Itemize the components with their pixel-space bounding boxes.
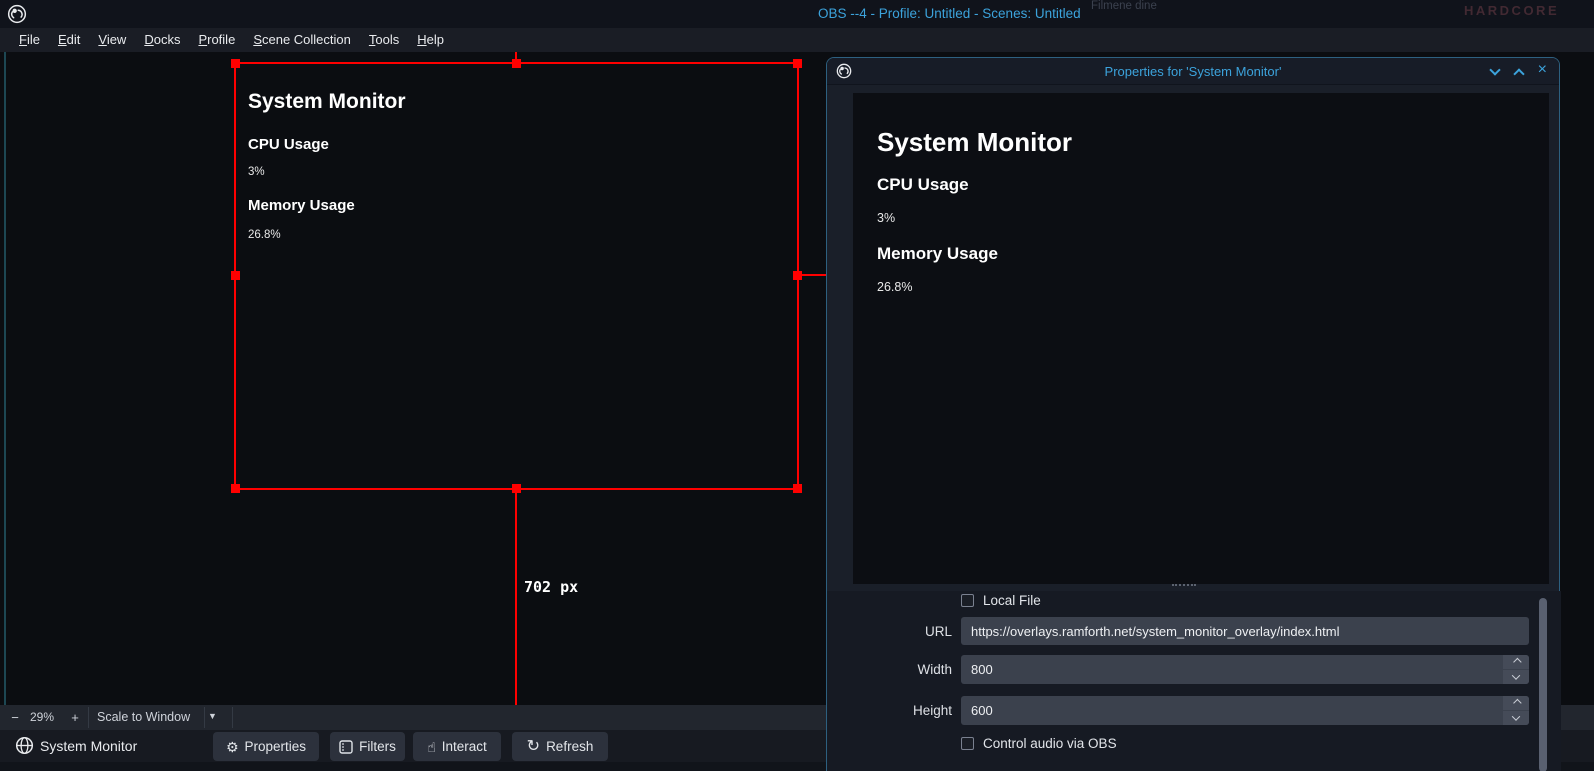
control-audio-checkbox[interactable] — [961, 737, 974, 750]
measure-line-vertical — [515, 490, 517, 705]
measure-tick-top — [515, 52, 517, 64]
measure-label: 702 px — [524, 578, 578, 596]
menu-docks[interactable]: Docks — [135, 28, 189, 52]
source-selection-box[interactable] — [234, 62, 799, 490]
dialog-title: Properties for 'System Monitor' — [827, 64, 1559, 79]
form-scrollbar[interactable] — [1539, 598, 1547, 771]
url-label: URL — [867, 624, 952, 639]
width-spin-up-icon[interactable] — [1503, 655, 1529, 669]
measure-line-horizontal — [799, 274, 826, 276]
separator — [204, 707, 205, 728]
splitter-handle[interactable] — [1172, 584, 1196, 586]
resize-handle-middle-left[interactable] — [231, 271, 240, 280]
menu-scene-collection[interactable]: Scene Collection — [244, 28, 360, 52]
preview-mem-label: Memory Usage — [877, 244, 998, 264]
refresh-icon: ↻ — [527, 740, 540, 754]
background-ghost-text: Filmene dine — [1091, 0, 1157, 12]
menu-bar: File Edit View Docks Profile Scene Colle… — [0, 28, 1594, 52]
dialog-titlebar[interactable]: Properties for 'System Monitor' × — [827, 58, 1559, 85]
filters-icon — [339, 740, 353, 754]
selected-source-name: System Monitor — [40, 738, 137, 754]
preview-cpu-value: 3% — [877, 211, 895, 225]
menu-help[interactable]: Help — [408, 28, 453, 52]
width-input[interactable] — [961, 655, 1529, 684]
scale-dropdown-icon[interactable]: ▼ — [208, 711, 217, 721]
filters-button[interactable]: Filters — [330, 732, 405, 761]
globe-icon — [15, 736, 34, 755]
menu-view[interactable]: View — [89, 28, 135, 52]
gear-icon: ⚙ — [226, 740, 239, 754]
source-preview: System Monitor CPU Usage 3% Memory Usage… — [853, 93, 1549, 584]
menu-file[interactable]: File — [10, 28, 49, 52]
resize-handle-top-left[interactable] — [231, 59, 240, 68]
obs-window: OBS --4 - Profile: Untitled - Scenes: Un… — [0, 0, 1594, 771]
zoom-out-button[interactable]: − — [6, 708, 24, 727]
properties-dialog: Properties for 'System Monitor' × System… — [826, 57, 1560, 771]
window-title: OBS --4 - Profile: Untitled - Scenes: Un… — [818, 6, 1081, 21]
height-spin-up-icon[interactable] — [1503, 696, 1529, 710]
window-titlebar: OBS --4 - Profile: Untitled - Scenes: Un… — [0, 0, 1594, 28]
dock-edge-line — [4, 52, 6, 705]
separator — [88, 707, 89, 728]
resize-handle-bottom-left[interactable] — [231, 484, 240, 493]
url-input[interactable] — [961, 617, 1529, 645]
height-spin-down-icon[interactable] — [1503, 711, 1529, 725]
obs-logo-icon — [7, 4, 27, 24]
properties-button-label: Properties — [245, 739, 307, 754]
refresh-button-label: Refresh — [546, 739, 593, 754]
preview-mem-value: 26.8% — [877, 280, 912, 294]
height-input[interactable] — [961, 696, 1529, 725]
properties-button[interactable]: ⚙ Properties — [213, 732, 319, 761]
separator — [232, 707, 233, 728]
height-label: Height — [867, 703, 952, 718]
resize-handle-top-right[interactable] — [793, 59, 802, 68]
refresh-button[interactable]: ↻ Refresh — [512, 732, 608, 761]
width-label: Width — [867, 662, 952, 677]
width-spin-down-icon[interactable] — [1503, 670, 1529, 684]
menu-edit[interactable]: Edit — [49, 28, 89, 52]
menu-profile[interactable]: Profile — [189, 28, 244, 52]
interact-button[interactable]: ☝ Interact — [413, 732, 501, 761]
height-spinner — [1503, 696, 1529, 725]
zoom-in-button[interactable]: + — [66, 708, 84, 727]
interact-button-label: Interact — [442, 739, 487, 754]
control-audio-label: Control audio via OBS — [983, 736, 1117, 751]
local-file-checkbox[interactable] — [961, 594, 974, 607]
close-icon[interactable]: × — [1538, 61, 1547, 79]
menu-tools[interactable]: Tools — [360, 28, 408, 52]
properties-form: Local File URL Width Height Control audi… — [827, 591, 1561, 771]
filters-button-label: Filters — [359, 739, 396, 754]
scale-mode-select[interactable]: Scale to Window — [97, 710, 190, 724]
resize-handle-bottom-right[interactable] — [793, 484, 802, 493]
local-file-label: Local File — [983, 593, 1041, 608]
preview-cpu-label: CPU Usage — [877, 175, 969, 195]
width-spinner — [1503, 655, 1529, 684]
background-ghost-logo: HARDCORE — [1464, 3, 1559, 18]
zoom-level: 29% — [30, 710, 54, 724]
preview-overlay-title: System Monitor — [877, 127, 1072, 158]
pointer-hand-icon: ☝ — [427, 740, 436, 754]
